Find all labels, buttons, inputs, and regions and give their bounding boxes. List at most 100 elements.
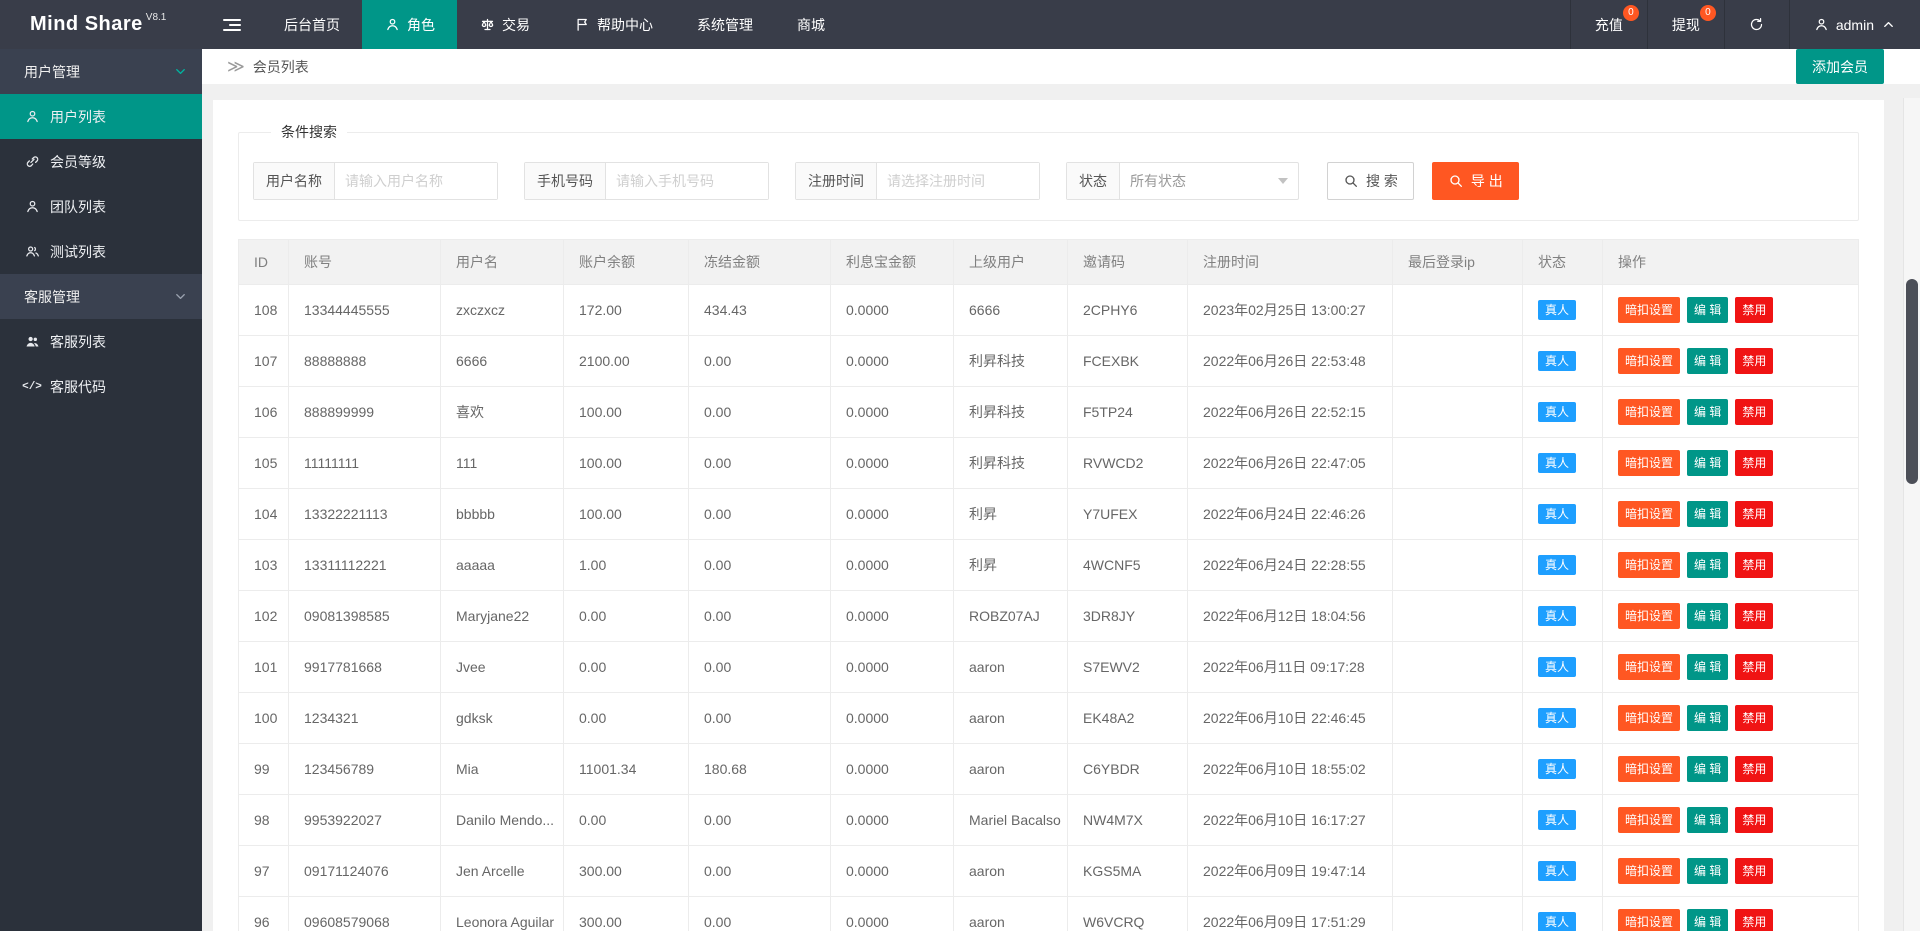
action-button-2[interactable]: 禁用 — [1735, 756, 1773, 782]
action-button-2[interactable]: 禁用 — [1735, 450, 1773, 476]
status-badge[interactable]: 真人 — [1538, 861, 1576, 881]
add-member-button[interactable]: 添加会员 — [1796, 49, 1884, 84]
search-field-input-1[interactable] — [606, 163, 768, 199]
action-button-2[interactable]: 禁用 — [1735, 858, 1773, 884]
action-button-2[interactable]: 禁用 — [1735, 909, 1773, 931]
action-button-1[interactable]: 编 辑 — [1687, 501, 1728, 527]
sidebar-group-title-0[interactable]: 用户管理 — [0, 49, 202, 94]
action-button-0[interactable]: 暗扣设置 — [1618, 501, 1680, 527]
top-nav-item-3[interactable]: 帮助中心 — [552, 0, 675, 49]
cell-status: 真人 — [1523, 336, 1603, 387]
column-header-8: 注册时间 — [1188, 240, 1393, 285]
action-button-2[interactable]: 禁用 — [1735, 807, 1773, 833]
top-nav-item-4[interactable]: 系统管理 — [675, 0, 775, 49]
sidebar-item-1-0[interactable]: 客服列表 — [0, 319, 202, 364]
action-button-2[interactable]: 禁用 — [1735, 603, 1773, 629]
user-menu[interactable]: admin — [1789, 0, 1920, 49]
action-button-0[interactable]: 暗扣设置 — [1618, 858, 1680, 884]
action-button-1[interactable]: 编 辑 — [1687, 399, 1728, 425]
status-badge[interactable]: 真人 — [1538, 300, 1576, 320]
action-button-1[interactable]: 编 辑 — [1687, 297, 1728, 323]
action-button-0[interactable]: 暗扣设置 — [1618, 348, 1680, 374]
action-button-1[interactable]: 编 辑 — [1687, 909, 1728, 931]
sidebar-item-0-1[interactable]: 会员等级 — [0, 139, 202, 184]
column-header-11: 操作 — [1603, 240, 1859, 285]
sidebar-group-title-1[interactable]: 客服管理 — [0, 274, 202, 319]
action-button-1[interactable]: 编 辑 — [1687, 450, 1728, 476]
sidebar-item-0-3[interactable]: 测试列表 — [0, 229, 202, 274]
top-nav-item-2[interactable]: 交易 — [457, 0, 552, 49]
action-button-0[interactable]: 暗扣设置 — [1618, 756, 1680, 782]
cell-account: 123456789 — [289, 744, 441, 795]
search-field-input-0[interactable] — [335, 163, 497, 199]
action-button-0[interactable]: 暗扣设置 — [1618, 654, 1680, 680]
action-button-0[interactable]: 暗扣设置 — [1618, 705, 1680, 731]
main-area: ≫ 会员列表 添加会员 条件搜索 用户名称 手机号码 注册时间 状态 所有状态 — [202, 49, 1920, 931]
status-badge[interactable]: 真人 — [1538, 402, 1576, 422]
status-badge[interactable]: 真人 — [1538, 351, 1576, 371]
status-badge[interactable]: 真人 — [1538, 759, 1576, 779]
top-nav-label: 后台首页 — [284, 15, 340, 35]
action-button-2[interactable]: 禁用 — [1735, 399, 1773, 425]
cell-balance: 1.00 — [564, 540, 689, 591]
action-button-2[interactable]: 禁用 — [1735, 348, 1773, 374]
status-select[interactable]: 所有状态 — [1120, 163, 1298, 199]
cell-last_ip — [1393, 642, 1523, 693]
status-badge[interactable]: 真人 — [1538, 504, 1576, 524]
action-button-0[interactable]: 暗扣设置 — [1618, 909, 1680, 931]
action-button-2[interactable]: 禁用 — [1735, 297, 1773, 323]
top-nav-item-1[interactable]: 角色 — [362, 0, 457, 49]
top-nav-item-5[interactable]: 商城 — [775, 0, 847, 49]
status-badge[interactable]: 真人 — [1538, 708, 1576, 728]
action-button-0[interactable]: 暗扣设置 — [1618, 450, 1680, 476]
action-button-0[interactable]: 暗扣设置 — [1618, 399, 1680, 425]
app-logo-text: Mind Share — [30, 13, 143, 36]
status-badge[interactable]: 真人 — [1538, 657, 1576, 677]
topbar: Mind Share V8.1 后台首页 角色 交易 帮助中心 系统管理 商城 … — [0, 0, 1920, 49]
status-badge[interactable]: 真人 — [1538, 453, 1576, 473]
chevron-down-icon — [172, 289, 188, 305]
cell-parent: aaron — [954, 744, 1068, 795]
status-badge[interactable]: 真人 — [1538, 912, 1576, 931]
search-button[interactable]: 搜 索 — [1327, 162, 1414, 200]
status-badge[interactable]: 真人 — [1538, 810, 1576, 830]
sidebar-item-1-1[interactable]: </>客服代码 — [0, 364, 202, 409]
action-button-0[interactable]: 暗扣设置 — [1618, 552, 1680, 578]
cell-interest: 0.0000 — [831, 285, 954, 336]
action-button-1[interactable]: 编 辑 — [1687, 603, 1728, 629]
cell-invite: NW4M7X — [1068, 795, 1188, 846]
menu-collapse-icon[interactable] — [202, 0, 262, 49]
status-badge[interactable]: 真人 — [1538, 606, 1576, 626]
cell-balance: 100.00 — [564, 489, 689, 540]
top-nav-item-0[interactable]: 后台首页 — [262, 0, 362, 49]
action-button-1[interactable]: 编 辑 — [1687, 807, 1728, 833]
action-button-0[interactable]: 暗扣设置 — [1618, 603, 1680, 629]
scrollbar-thumb[interactable] — [1906, 279, 1918, 484]
vertical-scrollbar[interactable] — [1903, 98, 1920, 931]
action-button-0[interactable]: 暗扣设置 — [1618, 807, 1680, 833]
status-badge[interactable]: 真人 — [1538, 555, 1576, 575]
action-button-1[interactable]: 编 辑 — [1687, 552, 1728, 578]
action-button-1[interactable]: 编 辑 — [1687, 756, 1728, 782]
cell-last_ip — [1393, 846, 1523, 897]
export-button[interactable]: 导 出 — [1432, 162, 1519, 200]
search-field-input-2[interactable] — [877, 163, 1039, 199]
cell-actions: 暗扣设置编 辑禁用银行卡信息 ... — [1603, 489, 1859, 540]
action-button-2[interactable]: 禁用 — [1735, 501, 1773, 527]
action-button-1[interactable]: 编 辑 — [1687, 348, 1728, 374]
hamburger-icon — [223, 16, 241, 34]
topbar-withdraw-button[interactable]: 提现 0 — [1647, 0, 1724, 49]
action-button-0[interactable]: 暗扣设置 — [1618, 297, 1680, 323]
action-button-2[interactable]: 禁用 — [1735, 552, 1773, 578]
sidebar-item-0-0[interactable]: 用户列表 — [0, 94, 202, 139]
action-button-2[interactable]: 禁用 — [1735, 654, 1773, 680]
action-button-1[interactable]: 编 辑 — [1687, 705, 1728, 731]
refresh-button[interactable] — [1724, 0, 1789, 49]
cell-reg_time: 2022年06月24日 22:28:55 — [1188, 540, 1393, 591]
topbar-recharge-button[interactable]: 充值 0 — [1570, 0, 1647, 49]
action-button-1[interactable]: 编 辑 — [1687, 654, 1728, 680]
action-button-2[interactable]: 禁用 — [1735, 705, 1773, 731]
cell-last_ip — [1393, 693, 1523, 744]
sidebar-item-0-2[interactable]: 团队列表 — [0, 184, 202, 229]
action-button-1[interactable]: 编 辑 — [1687, 858, 1728, 884]
